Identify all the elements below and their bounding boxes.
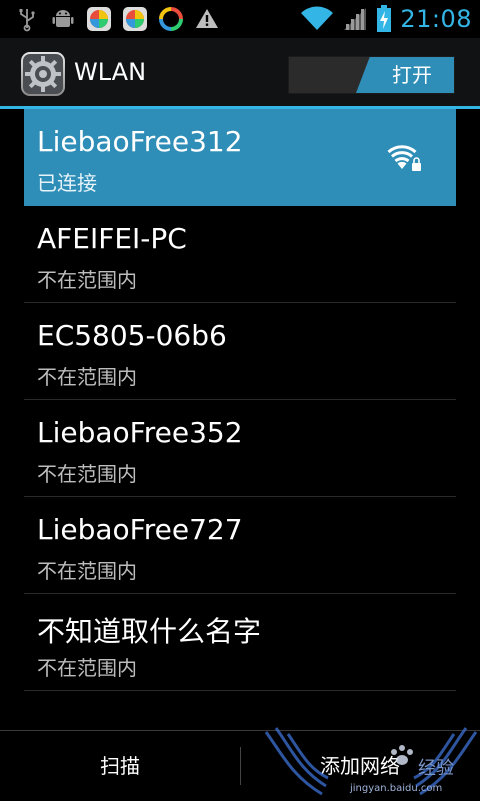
add-network-button[interactable]: 添加网络 <box>240 731 480 801</box>
action-bar: WLAN 打开 <box>0 38 480 108</box>
network-name: LiebaoFree727 <box>37 513 243 546</box>
network-status: 不在范围内 <box>37 559 137 583</box>
clock: 21:08 <box>400 5 472 33</box>
network-item[interactable]: LiebaoFree352 不在范围内 <box>24 400 456 497</box>
android-debug-icon <box>52 10 74 27</box>
network-name: LiebaoFree312 <box>37 125 243 158</box>
network-list: LiebaoFree312 已连接 AFEIFEI-PC 不在范围内 EC580… <box>24 109 456 691</box>
scan-button[interactable]: 扫描 <box>0 731 240 801</box>
network-name: EC5805-06b6 <box>37 319 227 352</box>
network-item[interactable]: AFEIFEI-PC 不在范围内 <box>24 206 456 303</box>
network-item[interactable]: 不知道取什么名字 不在范围内 <box>24 594 456 691</box>
network-name: 不知道取什么名字 <box>37 615 262 648</box>
battery-charging-icon <box>377 5 392 32</box>
usb-icon <box>19 9 35 32</box>
switch-label: 打开 <box>392 63 432 87</box>
system-indicators: 21:08 <box>300 4 472 34</box>
bottom-action-bar: 扫描 添加网络 <box>0 730 480 801</box>
cell-signal-icon <box>344 8 367 30</box>
wifi-lock-icon <box>387 145 421 171</box>
wifi-signal-icon <box>301 6 334 30</box>
app-notification-icon <box>87 7 111 31</box>
network-status: 不在范围内 <box>37 365 137 389</box>
settings-gear-icon[interactable] <box>20 51 66 97</box>
wlan-toggle-switch[interactable]: 打开 <box>288 56 455 94</box>
app-notification-icon <box>123 7 147 31</box>
network-status: 不在范围内 <box>37 462 137 486</box>
notification-icons <box>14 4 220 34</box>
network-name: LiebaoFree352 <box>37 416 243 449</box>
warning-icon <box>196 9 218 28</box>
status-bar: 21:08 <box>0 0 480 38</box>
network-item[interactable]: LiebaoFree727 不在范围内 <box>24 497 456 594</box>
sync-app-icon <box>159 7 183 31</box>
network-name: AFEIFEI-PC <box>37 222 187 255</box>
network-status: 已连接 <box>37 171 97 195</box>
network-item[interactable]: EC5805-06b6 不在范围内 <box>24 303 456 400</box>
network-status: 不在范围内 <box>37 268 137 292</box>
network-item-connected[interactable]: LiebaoFree312 已连接 <box>24 109 456 206</box>
page-title: WLAN <box>74 58 147 86</box>
network-status: 不在范围内 <box>37 656 137 680</box>
